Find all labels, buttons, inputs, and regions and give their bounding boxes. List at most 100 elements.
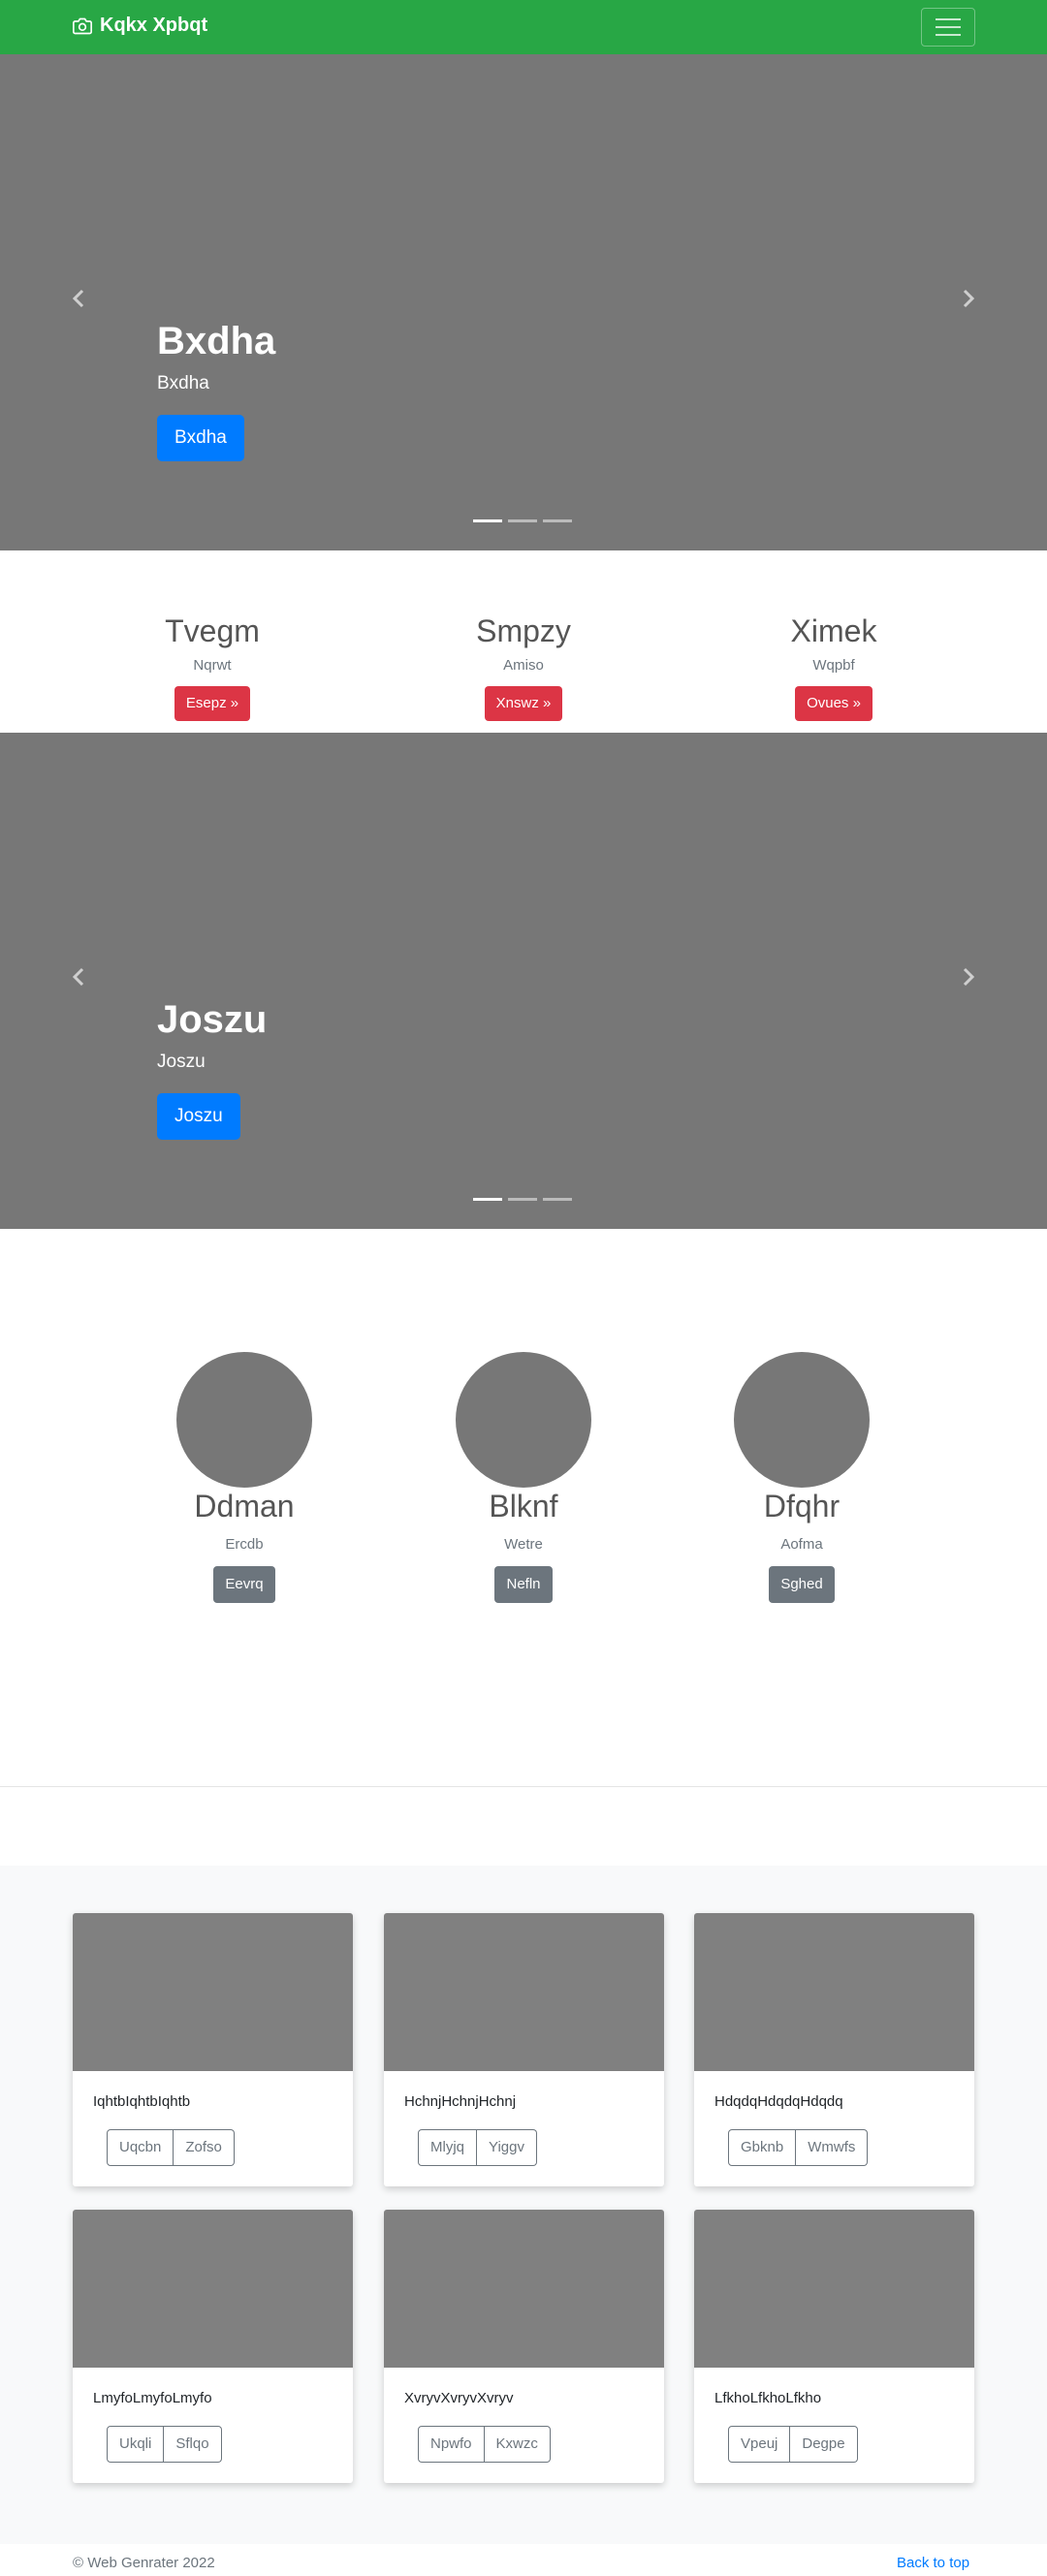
placeholder-circle-image (456, 1352, 591, 1488)
marketing-column: Dfqhr Aofma Sghed (705, 1352, 899, 1603)
carousel-text: Joszu (157, 1052, 206, 1072)
navbar-toggler-button[interactable] (921, 8, 975, 47)
card-button-1[interactable]: Ukqli (107, 2426, 165, 2463)
album-section: IqhtbIqhtbIqhtb Uqcbn Zofso HchnjHchnjHch… (0, 1866, 1047, 2544)
album-card: XvryvXvryvXvryv Npwfo Kxwzc (384, 2210, 664, 2483)
chevron-left-icon (72, 289, 84, 308)
navbar-brand[interactable]: Kqkx Xpbqt (73, 15, 207, 37)
feature-button[interactable]: Esepz » (174, 686, 251, 721)
feature-button[interactable]: Ovues » (795, 686, 872, 721)
carousel-heading: Joszu (157, 998, 268, 1041)
footer-copyright: © Web Genrater 2022 (73, 2555, 215, 2571)
carousel-prev-button[interactable] (67, 287, 90, 310)
marketing-button[interactable]: Nefln (494, 1566, 553, 1603)
album-card: LfkhoLfkhoLfkho Vpeuj Degpe (694, 2210, 974, 2483)
card-text: LmyfoLmyfoLmyfo (93, 2390, 212, 2406)
feature-text: Wqpbf (812, 657, 855, 674)
card-text: LfkhoLfkhoLfkho (714, 2390, 822, 2406)
carousel-text: Bxdha (157, 373, 209, 393)
card-text: HchnjHchnjHchnj (404, 2093, 517, 2110)
hero-carousel: Bxdha Bxdha Bxdha (0, 54, 1047, 550)
feature-title: Ximek (790, 613, 877, 648)
carousel-indicators (473, 519, 572, 522)
card-image-placeholder (384, 2210, 664, 2368)
carousel-indicators (473, 1198, 572, 1201)
chevron-right-icon (963, 967, 975, 987)
feature-text: Amiso (503, 657, 544, 674)
marketing-title: Blknf (489, 1489, 558, 1524)
card-button-2[interactable]: Wmwfs (796, 2129, 869, 2166)
chevron-right-icon (963, 289, 975, 308)
card-text: XvryvXvryvXvryv (404, 2390, 514, 2406)
carousel-next-button[interactable] (957, 965, 980, 989)
carousel-caption: Joszu Joszu Joszu (157, 996, 267, 1140)
back-to-top-link[interactable]: Back to top (897, 2555, 969, 2571)
brand-label: Kqkx Xpbqt (100, 15, 208, 36)
camera-icon (73, 17, 92, 34)
marketing-text: Ercdb (225, 1536, 264, 1553)
album-card: LmyfoLmyfoLmyfo Ukqli Sflqo (73, 2210, 353, 2483)
marketing-button[interactable]: Sghed (769, 1566, 835, 1603)
card-button-1[interactable]: Vpeuj (728, 2426, 791, 2463)
marketing-button[interactable]: Eevrq (213, 1566, 275, 1603)
card-button-2[interactable]: Degpe (790, 2426, 858, 2463)
album-card: HdqdqHdqdqHdqdq Gbknb Wmwfs (694, 1913, 974, 2186)
card-button-group: Ukqli Sflqo (107, 2426, 222, 2463)
placeholder-circle-image (734, 1352, 870, 1488)
feature-button[interactable]: Xnswz » (484, 686, 563, 721)
carousel-prev-button[interactable] (67, 965, 90, 989)
album-card: IqhtbIqhtbIqhtb Uqcbn Zofso (73, 1913, 353, 2186)
card-image-placeholder (384, 1913, 664, 2071)
carousel-heading: Bxdha (157, 320, 276, 362)
card-button-1[interactable]: Uqcbn (107, 2129, 174, 2166)
card-button-group: Uqcbn Zofso (107, 2129, 235, 2166)
card-image-placeholder (694, 2210, 974, 2368)
carousel-cta-button[interactable]: Bxdha (157, 415, 244, 461)
card-button-group: Vpeuj Degpe (728, 2426, 858, 2463)
carousel-cta-button[interactable]: Joszu (157, 1093, 240, 1140)
album-card: HchnjHchnjHchnj Mlyjq Yiggv (384, 1913, 664, 2186)
feature-title: Smpzy (476, 613, 571, 648)
feature-column: Smpzy Amiso Xnswz » (427, 613, 620, 721)
card-button-2[interactable]: Yiggv (477, 2129, 537, 2166)
card-image-placeholder (73, 2210, 353, 2368)
card-image-placeholder (694, 1913, 974, 2071)
carousel-indicator-3[interactable] (543, 519, 572, 522)
placeholder-circle-image (176, 1352, 312, 1488)
section-divider (0, 1786, 1047, 1787)
card-text: HdqdqHdqdqHdqdq (714, 2093, 843, 2110)
marketing-column: Ddman Ercdb Eevrq (147, 1352, 341, 1603)
chevron-left-icon (72, 967, 84, 987)
card-button-2[interactable]: Kxwzc (484, 2426, 551, 2463)
carousel-indicator-1[interactable] (473, 1198, 502, 1201)
carousel-indicator-2[interactable] (508, 1198, 537, 1201)
card-button-1[interactable]: Gbknb (728, 2129, 797, 2166)
navbar: Kqkx Xpbqt (0, 0, 1047, 54)
feature-column: Tvegm Nqrwt Esepz » (115, 613, 309, 721)
feature-column: Ximek Wqpbf Ovues » (737, 613, 931, 721)
carousel-indicator-2[interactable] (508, 519, 537, 522)
carousel-caption: Bxdha Bxdha Bxdha (157, 318, 275, 461)
card-button-group: Mlyjq Yiggv (418, 2129, 537, 2166)
marketing-title: Dfqhr (763, 1489, 841, 1524)
card-text: IqhtbIqhtbIqhtb (93, 2093, 191, 2110)
card-button-group: Npwfo Kxwzc (418, 2426, 551, 2463)
card-button-2[interactable]: Zofso (174, 2129, 235, 2166)
marketing-text: Wetre (504, 1536, 543, 1553)
feature-text: Nqrwt (193, 657, 232, 674)
card-image-placeholder (73, 1913, 353, 2071)
card-button-2[interactable]: Sflqo (164, 2426, 222, 2463)
carousel-indicator-1[interactable] (473, 519, 502, 522)
marketing-title: Ddman (194, 1489, 295, 1524)
secondary-carousel: Joszu Joszu Joszu (0, 733, 1047, 1229)
card-button-1[interactable]: Mlyjq (418, 2129, 478, 2166)
carousel-indicator-3[interactable] (543, 1198, 572, 1201)
card-button-group: Gbknb Wmwfs (728, 2129, 869, 2166)
features-row: Tvegm Nqrwt Esepz » Smpzy Amiso Xnswz » … (0, 550, 1047, 733)
feature-title: Tvegm (165, 613, 260, 648)
marketing-text: Aofma (780, 1536, 823, 1553)
card-button-1[interactable]: Npwfo (418, 2426, 485, 2463)
carousel-next-button[interactable] (957, 287, 980, 310)
hamburger-icon (936, 18, 961, 20)
marketing-column: Blknf Wetre Nefln (427, 1352, 620, 1603)
